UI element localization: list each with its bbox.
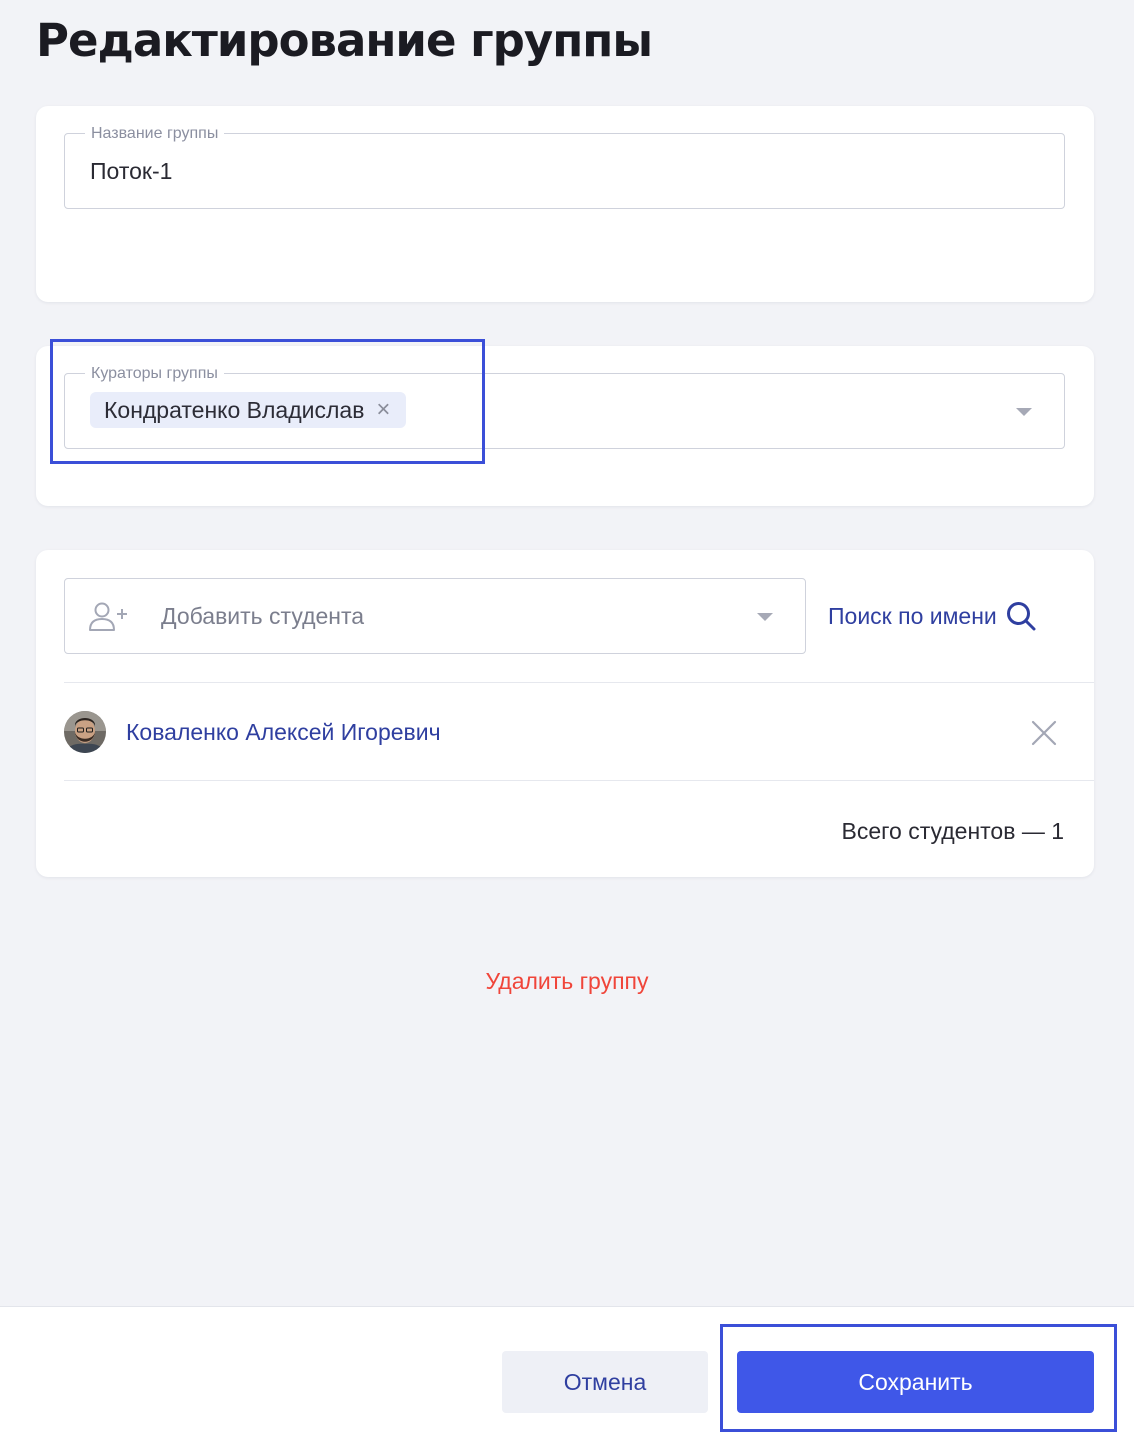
list-item: Коваленко Алексей Игоревич bbox=[64, 683, 1094, 780]
curators-card: Кураторы группы Кондратенко Владислав × bbox=[36, 346, 1094, 506]
chevron-down-icon[interactable] bbox=[757, 613, 773, 621]
delete-group-link[interactable]: Удалить группу bbox=[0, 968, 1134, 995]
footer-actions: Отмена Сохранить bbox=[0, 1306, 1134, 1441]
group-name-field[interactable]: Название группы Поток-1 bbox=[64, 124, 1065, 209]
close-icon[interactable]: × bbox=[376, 398, 390, 422]
save-button[interactable]: Сохранить bbox=[737, 1351, 1094, 1413]
search-by-name-button[interactable]: Поиск по имени bbox=[828, 600, 1037, 632]
curators-label: Кураторы группы bbox=[85, 364, 224, 384]
curator-chip-label: Кондратенко Владислав bbox=[104, 396, 365, 423]
total-students-count: Всего студентов — 1 bbox=[841, 818, 1065, 844]
group-name-label: Название группы bbox=[85, 124, 225, 144]
close-icon[interactable] bbox=[1030, 719, 1058, 747]
chevron-down-icon[interactable] bbox=[1016, 408, 1032, 416]
search-by-name-label: Поиск по имени bbox=[828, 602, 997, 629]
group-name-value[interactable]: Поток-1 bbox=[90, 158, 172, 185]
group-name-card: Название группы Поток-1 bbox=[36, 106, 1094, 302]
cancel-button[interactable]: Отмена bbox=[502, 1351, 708, 1413]
curators-select[interactable]: Кураторы группы Кондратенко Владислав × bbox=[64, 364, 1065, 449]
students-card: Добавить студента Поиск по имени Ковален… bbox=[36, 550, 1094, 877]
page-title: Редактирование группы bbox=[36, 14, 653, 67]
user-plus-icon bbox=[89, 602, 127, 631]
divider bbox=[64, 780, 1094, 781]
student-name-link[interactable]: Коваленко Алексей Игоревич bbox=[126, 719, 441, 746]
avatar bbox=[64, 711, 106, 753]
add-student-placeholder: Добавить студента bbox=[161, 603, 365, 629]
add-student-select[interactable]: Добавить студента bbox=[64, 578, 806, 654]
search-icon bbox=[1006, 602, 1036, 631]
curator-chip: Кондратенко Владислав × bbox=[90, 392, 407, 428]
